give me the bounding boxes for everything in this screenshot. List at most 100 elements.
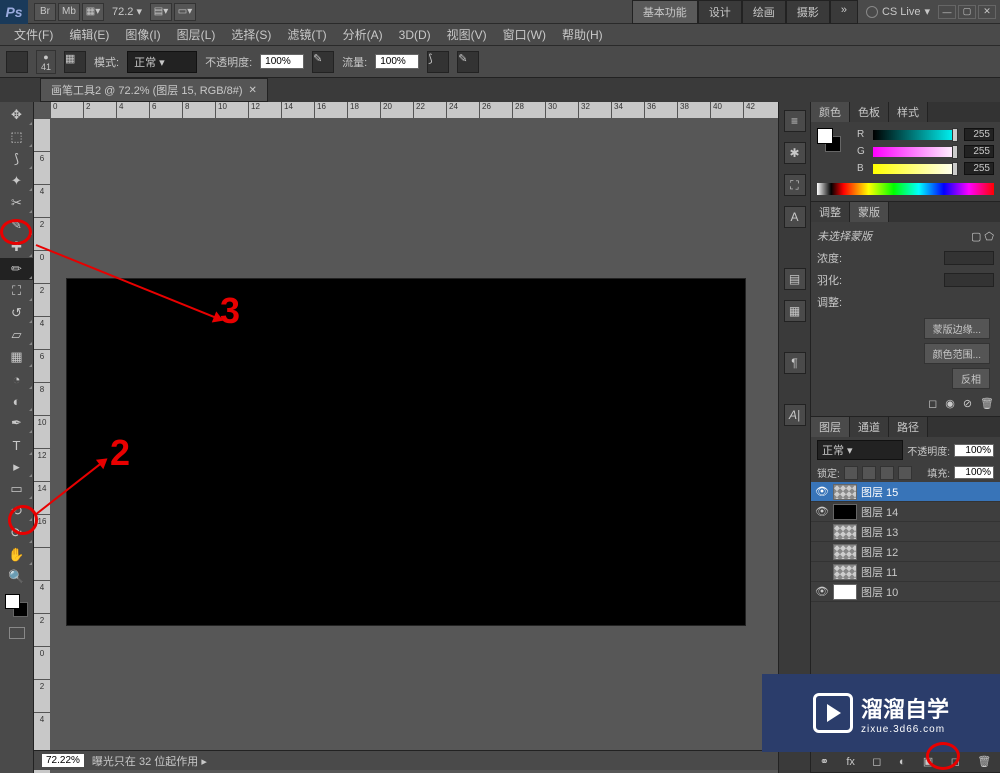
clone-source-icon[interactable]: ⛶ bbox=[784, 174, 806, 196]
fill-input[interactable]: 100% bbox=[954, 466, 994, 479]
layer-name[interactable]: 图层 10 bbox=[861, 584, 898, 600]
menu-filter[interactable]: 滤镜(T) bbox=[279, 24, 334, 45]
brush-tool[interactable]: ✏ bbox=[0, 258, 33, 280]
history-panel-icon[interactable]: ≡ bbox=[784, 110, 806, 132]
3d-camera-tool[interactable]: ⟳ bbox=[0, 522, 33, 544]
shape-tool[interactable]: ▭ bbox=[0, 478, 33, 500]
layer-visibility-icon[interactable]: 👁 bbox=[815, 505, 829, 518]
layer-item[interactable]: 图层 11 bbox=[811, 562, 1000, 582]
paragraph-panel-icon[interactable]: ¶ bbox=[784, 352, 806, 374]
menu-select[interactable]: 选择(S) bbox=[223, 24, 279, 45]
link-layers-icon[interactable]: ⚭ bbox=[820, 755, 829, 768]
layer-item[interactable]: 图层 12 bbox=[811, 542, 1000, 562]
move-tool[interactable]: ✥ bbox=[0, 104, 33, 126]
layer-thumbnail[interactable] bbox=[833, 504, 857, 520]
foreground-background-swatch[interactable] bbox=[0, 590, 33, 622]
color-panel-swatch[interactable] bbox=[817, 128, 845, 156]
layer-name[interactable]: 图层 14 bbox=[861, 504, 898, 520]
layer-thumbnail[interactable] bbox=[833, 524, 857, 540]
styles-tab[interactable]: 样式 bbox=[889, 102, 928, 122]
blur-tool[interactable]: ◔ bbox=[0, 368, 33, 390]
layer-thumbnail[interactable] bbox=[833, 544, 857, 560]
character-panel-icon[interactable]: A bbox=[784, 206, 806, 228]
cs-live[interactable]: CS Live ▾ bbox=[866, 5, 930, 18]
path-select-tool[interactable]: ▸ bbox=[0, 456, 33, 478]
type-panel-icon[interactable]: A| bbox=[784, 404, 806, 426]
canvas-viewport[interactable] bbox=[50, 118, 778, 773]
b-slider[interactable] bbox=[873, 164, 958, 174]
layer-item[interactable]: 👁 图层 14 bbox=[811, 502, 1000, 522]
blend-mode-dropdown[interactable]: 正常 ▾ bbox=[127, 51, 197, 73]
layer-name[interactable]: 图层 15 bbox=[861, 484, 898, 500]
screen-mode-icon[interactable]: ▭▾ bbox=[174, 3, 196, 21]
healing-tool[interactable]: ✚ bbox=[0, 236, 33, 258]
menu-view[interactable]: 视图(V) bbox=[439, 24, 495, 45]
g-value[interactable]: 255 bbox=[964, 145, 994, 158]
brush-panel-icon[interactable]: ▦ bbox=[64, 51, 86, 73]
status-info[interactable]: 曝光只在 32 位起作用 ▸ bbox=[92, 753, 207, 769]
menu-window[interactable]: 窗口(W) bbox=[495, 24, 554, 45]
disable-mask-icon[interactable]: ⊘ bbox=[963, 397, 972, 410]
layer-item[interactable]: 图层 13 bbox=[811, 522, 1000, 542]
type-tool[interactable]: T bbox=[0, 434, 33, 456]
brush-preset-picker[interactable]: ●41 bbox=[36, 50, 56, 74]
zoom-tool[interactable]: 🔍 bbox=[0, 566, 33, 588]
workspace-tab-painting[interactable]: 绘画 bbox=[742, 0, 786, 24]
view-extras-icon[interactable]: ▦▾ bbox=[82, 3, 104, 21]
add-mask-icon[interactable]: ◻ bbox=[872, 755, 881, 768]
layer-name[interactable]: 图层 13 bbox=[861, 524, 898, 540]
stamp-tool[interactable]: ⛶ bbox=[0, 280, 33, 302]
adjustments-tab[interactable]: 调整 bbox=[811, 202, 850, 222]
status-zoom[interactable]: 72.22% bbox=[42, 754, 84, 767]
lock-all-icon[interactable] bbox=[898, 466, 912, 480]
lock-transparent-icon[interactable] bbox=[844, 466, 858, 480]
opacity-input[interactable]: 100% bbox=[260, 54, 304, 69]
close-button[interactable]: ✕ bbox=[978, 5, 996, 19]
mask-from-sel-icon[interactable]: ◻ bbox=[928, 397, 937, 410]
delete-mask-icon[interactable]: 🗑 bbox=[980, 397, 994, 410]
launch-bridge-icon[interactable]: Br bbox=[34, 3, 56, 21]
gradient-tool[interactable]: ▦ bbox=[0, 346, 33, 368]
mask-type-icons[interactable]: ▢ ⬠ bbox=[971, 230, 994, 243]
pen-tool[interactable]: ✒ bbox=[0, 412, 33, 434]
maximize-button[interactable]: ▢ bbox=[958, 5, 976, 19]
paths-tab[interactable]: 路径 bbox=[889, 417, 928, 437]
layer-visibility-icon[interactable]: 👁 bbox=[815, 485, 829, 498]
color-tab[interactable]: 颜色 bbox=[811, 102, 850, 122]
workspace-tab-photography[interactable]: 摄影 bbox=[786, 0, 830, 24]
layer-thumbnail[interactable] bbox=[833, 564, 857, 580]
mask-edge-button[interactable]: 蒙版边缘... bbox=[924, 318, 990, 339]
magic-wand-tool[interactable]: ✦ bbox=[0, 170, 33, 192]
lock-position-icon[interactable] bbox=[880, 466, 894, 480]
document-close-icon[interactable]: ✕ bbox=[249, 85, 257, 96]
layer-thumbnail[interactable] bbox=[833, 584, 857, 600]
minimize-button[interactable]: — bbox=[938, 5, 956, 19]
channels-tab[interactable]: 通道 bbox=[850, 417, 889, 437]
new-layer-icon[interactable]: ◻ bbox=[951, 755, 960, 768]
layers-tab[interactable]: 图层 bbox=[811, 417, 850, 437]
layer-thumbnail[interactable] bbox=[833, 484, 857, 500]
fx-icon[interactable]: fx bbox=[846, 756, 855, 768]
zoom-level-dropdown[interactable]: 72.2 ▾ bbox=[112, 5, 142, 18]
masks-tab[interactable]: 蒙版 bbox=[850, 202, 889, 222]
layer-opacity-input[interactable]: 100% bbox=[954, 444, 994, 457]
adjustment-layer-icon[interactable]: ◐ bbox=[899, 756, 906, 768]
eraser-tool[interactable]: ▱ bbox=[0, 324, 33, 346]
layer-item[interactable]: 👁 图层 15 bbox=[811, 482, 1000, 502]
quick-mask-toggle[interactable] bbox=[0, 622, 33, 644]
flow-input[interactable]: 100% bbox=[375, 54, 419, 69]
brush-presets-icon[interactable]: ✱ bbox=[784, 142, 806, 164]
menu-file[interactable]: 文件(F) bbox=[6, 24, 61, 45]
apply-mask-icon[interactable]: ◉ bbox=[945, 397, 955, 410]
menu-layer[interactable]: 图层(L) bbox=[169, 24, 224, 45]
swatches-panel-icon[interactable]: ▤ bbox=[784, 268, 806, 290]
lock-pixels-icon[interactable] bbox=[862, 466, 876, 480]
document-canvas[interactable] bbox=[66, 278, 746, 626]
foreground-color[interactable] bbox=[5, 594, 20, 609]
marquee-tool[interactable]: ⬚ bbox=[0, 126, 33, 148]
b-value[interactable]: 255 bbox=[964, 162, 994, 175]
3d-tool[interactable]: ⟲ bbox=[0, 500, 33, 522]
g-slider[interactable] bbox=[873, 147, 958, 157]
r-value[interactable]: 255 bbox=[964, 128, 994, 141]
layer-name[interactable]: 图层 12 bbox=[861, 544, 898, 560]
